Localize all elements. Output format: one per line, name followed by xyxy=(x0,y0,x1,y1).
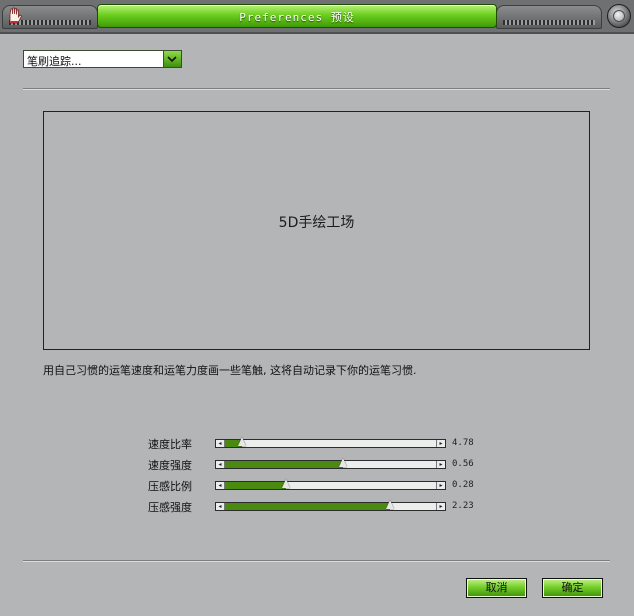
close-button[interactable] xyxy=(607,4,631,28)
slider-thumb[interactable] xyxy=(339,458,348,467)
slider-thumb[interactable] xyxy=(385,500,394,509)
speed-ratio-slider[interactable]: ◂ ▸ xyxy=(215,437,446,448)
pressure-strength-slider[interactable]: ◂ ▸ xyxy=(215,500,446,511)
slider-right-arrow-icon[interactable]: ▸ xyxy=(436,461,445,468)
title-bar-pill: Preferences 预设 xyxy=(97,4,497,28)
speed-strength-slider[interactable]: ◂ ▸ xyxy=(215,458,446,469)
slider-left-arrow-icon[interactable]: ◂ xyxy=(216,482,225,489)
drawing-canvas[interactable]: 5D手绘工场 xyxy=(43,111,590,350)
cancel-button[interactable]: 取消 xyxy=(466,578,527,598)
slider-value: 2.23 xyxy=(452,501,474,511)
slider-row-pressure-strength: 压感强度 ◂ ▸ 2.23 xyxy=(0,500,634,514)
slider-label: 压感比例 xyxy=(148,480,192,493)
slider-right-arrow-icon[interactable]: ▸ xyxy=(436,482,445,489)
slider-row-speed-ratio: 速度比率 ◂ ▸ 4.78 xyxy=(0,437,634,451)
slider-thumb[interactable] xyxy=(237,437,246,446)
title-bar-right-grip xyxy=(496,5,602,29)
slider-value: 0.56 xyxy=(452,459,474,469)
slider-label: 压感强度 xyxy=(148,501,192,514)
pressure-ratio-slider[interactable]: ◂ ▸ xyxy=(215,479,446,490)
slider-right-arrow-icon[interactable]: ▸ xyxy=(436,503,445,510)
slider-left-arrow-icon[interactable]: ◂ xyxy=(216,461,225,468)
chevron-down-icon xyxy=(167,56,177,63)
dropdown-selected-value: 笔刷追踪... xyxy=(27,55,82,68)
window-title: Preferences 预设 xyxy=(239,11,355,24)
slider-right-arrow-icon[interactable]: ▸ xyxy=(436,440,445,447)
slider-fill xyxy=(216,461,344,468)
slider-fill xyxy=(216,482,287,489)
dropdown-toggle-button[interactable] xyxy=(163,51,181,67)
slider-left-arrow-icon[interactable]: ◂ xyxy=(216,503,225,510)
slider-left-arrow-icon[interactable]: ◂ xyxy=(216,440,225,447)
slider-row-speed-strength: 速度强度 ◂ ▸ 0.56 xyxy=(0,458,634,472)
ok-button[interactable]: 确定 xyxy=(542,578,603,598)
bottom-divider xyxy=(23,560,610,562)
slider-value: 0.28 xyxy=(452,480,474,490)
canvas-watermark-text: 5D手绘工场 xyxy=(278,215,355,231)
slider-row-pressure-ratio: 压感比例 ◂ ▸ 0.28 xyxy=(0,479,634,493)
brush-mode-dropdown[interactable]: 笔刷追踪... xyxy=(23,50,182,68)
hand-icon xyxy=(9,7,23,24)
slider-fill xyxy=(216,503,390,510)
slider-label: 速度强度 xyxy=(148,459,192,472)
instruction-text: 用自己习惯的运笔速度和运笔力度画一些笔触, 这将自动记录下你的运笔习惯. xyxy=(43,364,417,377)
slider-value: 4.78 xyxy=(452,438,474,448)
slider-label: 速度比率 xyxy=(148,438,192,451)
top-divider xyxy=(23,88,610,90)
slider-thumb[interactable] xyxy=(282,479,291,488)
title-bar[interactable]: Preferences 预设 xyxy=(0,0,634,34)
